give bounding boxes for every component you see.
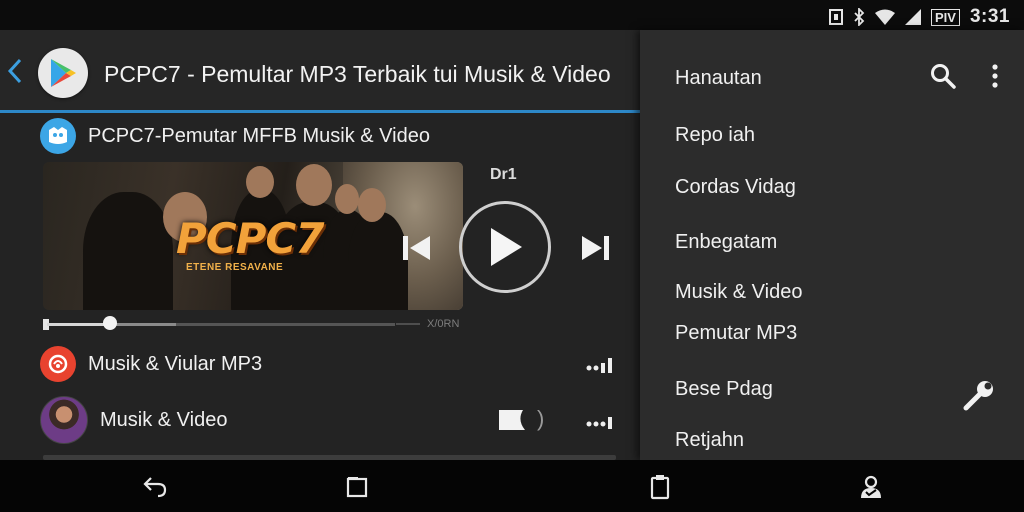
seek-progress <box>47 323 110 326</box>
menu-item[interactable]: Enbegatam <box>675 231 777 254</box>
thumbnail-title: PCPC7 <box>176 214 324 263</box>
play-store-icon[interactable] <box>38 48 88 98</box>
previous-button[interactable] <box>398 230 436 266</box>
app-info-label: PCPC7-Pemutar MFFB Musik & Video <box>88 124 430 147</box>
skip-next-icon <box>582 236 609 260</box>
play-button[interactable] <box>459 201 551 293</box>
status-bar: PIV 3:31 <box>0 0 1024 30</box>
app-header: PCPC7 - Pemultar MP3 Terbaik tui Musik &… <box>0 30 640 113</box>
seek-bar[interactable] <box>43 316 395 330</box>
data-icon <box>829 9 843 25</box>
app-info-row[interactable]: PCPC7-Pemutar MFFB Musik & Video <box>40 118 430 154</box>
play-icon <box>491 228 522 266</box>
list-item[interactable]: Musik & Video ) <box>40 396 620 444</box>
menu-item[interactable]: Bese Pdag <box>675 378 773 401</box>
signal-icon <box>905 9 921 25</box>
band-member-face <box>358 188 386 222</box>
list-item[interactable]: Musik & Viular MP3 <box>40 342 620 386</box>
music-app-icon <box>40 346 76 382</box>
more-dots-icon[interactable] <box>586 358 614 374</box>
back-icon[interactable] <box>141 473 169 501</box>
separator-icon: ) <box>537 406 545 431</box>
list-item-label: Musik & Video <box>100 408 228 431</box>
assistant-icon[interactable] <box>857 473 885 501</box>
overflow-menu: Hanautan Repo iah Cordas Vidag Enbegatam… <box>640 30 1024 460</box>
status-time: 3:31 <box>969 6 1010 27</box>
menu-item[interactable]: Hanautan <box>675 67 762 90</box>
more-vert-icon[interactable] <box>988 63 1002 89</box>
app-screen: PCPC7 - Pemultar MP3 Terbaik tui Musik &… <box>0 30 640 460</box>
wifi-icon <box>875 9 895 25</box>
menu-item[interactable]: Pemutar MP3 <box>675 322 797 345</box>
time-label: X/0RN <box>427 318 460 330</box>
back-arrow-icon[interactable] <box>4 58 26 84</box>
next-button[interactable] <box>576 230 614 266</box>
home-icon[interactable] <box>343 473 371 501</box>
recents-icon[interactable] <box>646 473 674 501</box>
menu-item[interactable]: Retjahn <box>675 429 744 452</box>
list-item-label: Musik & Viular MP3 <box>88 352 263 375</box>
app-icon <box>40 118 76 154</box>
more-dots-icon[interactable] <box>586 414 614 430</box>
status-icons: PIV 3:31 <box>829 6 1010 28</box>
menu-item[interactable]: Cordas Vidag <box>675 176 796 199</box>
wrench-icon[interactable] <box>962 378 996 412</box>
flag-icon[interactable] <box>497 408 527 434</box>
thumbnail-subtitle: ETENE RESAVANE <box>186 262 284 273</box>
bluetooth-icon <box>853 8 865 26</box>
page-title: PCPC7 - Pemultar MP3 Terbaik tui Musik &… <box>104 61 611 87</box>
skip-previous-icon <box>403 236 430 260</box>
menu-item[interactable]: Musik & Video <box>675 281 802 304</box>
band-member-face <box>335 184 359 214</box>
band-member-face <box>296 164 332 206</box>
avatar <box>40 396 88 444</box>
player-mini-label: Dr1 <box>490 166 517 183</box>
search-icon[interactable] <box>930 63 956 89</box>
band-member-face <box>246 166 274 198</box>
battery-icon: PIV <box>931 8 960 26</box>
navigation-bar <box>0 460 1024 512</box>
menu-item[interactable]: Repo iah <box>675 124 755 147</box>
band-member-figure <box>83 192 173 310</box>
seek-thumb[interactable] <box>102 316 117 330</box>
seek-end-dash <box>396 323 420 325</box>
